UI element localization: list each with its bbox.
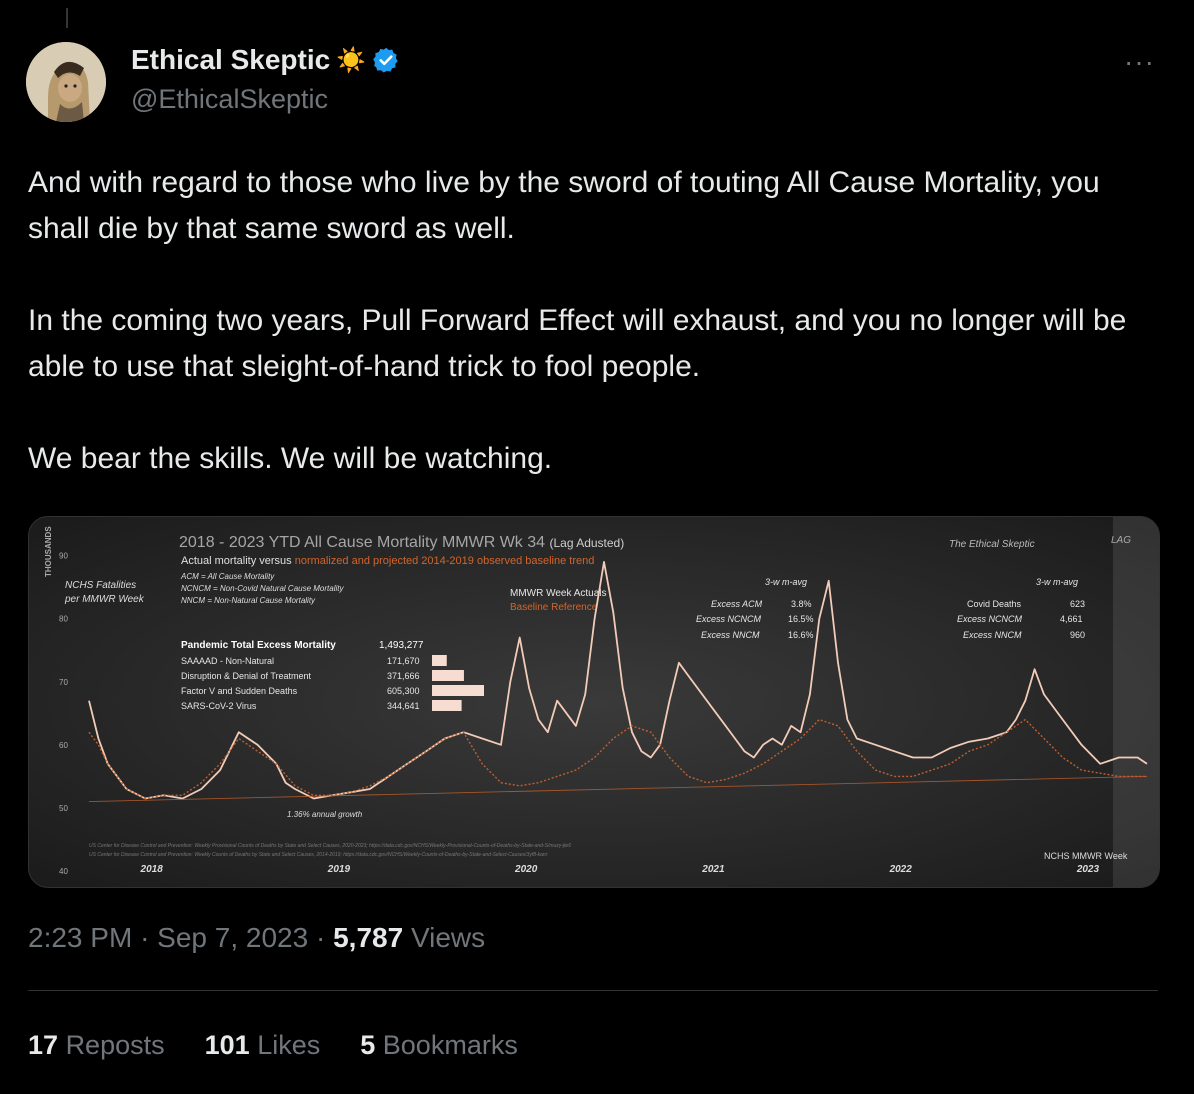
stats-label: Excess NNCM bbox=[963, 630, 1022, 640]
engagement-stats: 17 Reposts 101 Likes 5 Bookmarks bbox=[28, 1030, 518, 1061]
x-tick-label: 2020 bbox=[514, 864, 538, 875]
reposts-label: Reposts bbox=[65, 1030, 165, 1060]
y-axis-label-line2: per MMWR Week bbox=[64, 594, 145, 605]
x-tick-label: 2021 bbox=[701, 864, 725, 875]
y-tick-label: 50 bbox=[59, 804, 68, 813]
y-tick-label: 90 bbox=[59, 552, 68, 561]
meta-separator: · bbox=[315, 922, 326, 953]
pandemic-row-value: 605,300 bbox=[387, 686, 420, 696]
likes-stat[interactable]: 101 Likes bbox=[205, 1030, 321, 1061]
legend-actual: MMWR Week Actuals bbox=[510, 588, 607, 599]
more-options-icon[interactable]: ··· bbox=[1124, 46, 1155, 78]
y-tick-label: 40 bbox=[59, 867, 68, 876]
definition: NCNCM = Non-Covid Natural Cause Mortalit… bbox=[181, 584, 344, 593]
bookmarks-label: Bookmarks bbox=[382, 1030, 518, 1060]
tweet-paragraph: In the coming two years, Pull Forward Ef… bbox=[28, 304, 1127, 383]
y-tick-label: 60 bbox=[59, 741, 68, 750]
pandemic-row-value: 344,641 bbox=[387, 701, 420, 711]
trend-annotation: 1.36% annual growth bbox=[287, 810, 363, 819]
stats-header: 3-w m-avg bbox=[1036, 577, 1078, 587]
definition: NNCM = Non-Natural Cause Mortality bbox=[181, 596, 316, 605]
x-tick-label: 2022 bbox=[889, 864, 913, 875]
author-name-row: Ethical Skeptic ☀️ bbox=[131, 44, 400, 76]
tweet-date[interactable]: Sep 7, 2023 bbox=[157, 922, 308, 953]
pandemic-bar bbox=[432, 700, 462, 711]
pandemic-table-total: 1,493,277 bbox=[379, 640, 424, 651]
tweet-time[interactable]: 2:23 PM bbox=[28, 922, 132, 953]
stats-value: 3.8% bbox=[791, 599, 812, 609]
stats-value: 16.5% bbox=[788, 614, 814, 624]
author-handle[interactable]: @EthicalSkeptic bbox=[131, 84, 328, 115]
chart-subtitle: Actual mortality versus normalized and p… bbox=[181, 555, 594, 567]
lag-label: LAG bbox=[1111, 535, 1131, 546]
stats-label: Excess NNCM bbox=[701, 630, 760, 640]
pandemic-row-value: 171,670 bbox=[387, 656, 420, 666]
chart-title: 2018 - 2023 YTD All Cause Mortality MMWR… bbox=[179, 534, 624, 551]
likes-count: 101 bbox=[204, 1030, 250, 1060]
mortality-chart: 40 50 60 70 80 90 2018 2019 2020 2021 2022 2023 TH… bbox=[29, 517, 1159, 887]
meta-separator: · bbox=[140, 922, 150, 953]
tweet-meta: 2:23 PM · Sep 7, 2023 · 5,787 Views bbox=[28, 922, 485, 954]
bookmarks-count: 5 bbox=[360, 1030, 376, 1060]
pandemic-bar bbox=[432, 685, 484, 696]
pandemic-table-header: Pandemic Total Excess Mortality bbox=[181, 640, 336, 651]
x-tick-label: 2023 bbox=[1076, 864, 1100, 875]
stats-value: 16.6% bbox=[788, 630, 814, 640]
pandemic-row-label: Disruption & Denial of Treatment bbox=[181, 671, 312, 681]
reposts-count: 17 bbox=[28, 1030, 59, 1060]
source-note: US Center for Disease Control and Preven… bbox=[89, 843, 571, 849]
views-count[interactable]: 5,787 bbox=[333, 922, 403, 953]
reposts-stat[interactable]: 17 Reposts bbox=[28, 1030, 165, 1061]
x-tick-label: 2018 bbox=[140, 864, 164, 875]
bookmarks-stat[interactable]: 5 Bookmarks bbox=[360, 1030, 518, 1061]
stats-label: Excess NCNCM bbox=[696, 614, 762, 624]
definition: ACM = All Cause Mortality bbox=[180, 572, 275, 581]
stats-value: 4,661 bbox=[1060, 614, 1083, 624]
source-note: US Center for Disease Control and Preven… bbox=[89, 852, 548, 858]
stats-value: 960 bbox=[1070, 630, 1085, 640]
pandemic-row-label: Factor V and Sudden Deaths bbox=[181, 686, 298, 696]
tweet-paragraph: We bear the skills. We will be watching. bbox=[28, 442, 553, 475]
views-label: Views bbox=[410, 922, 486, 953]
pandemic-row-label: SAAAAD - Non-Natural bbox=[181, 656, 274, 666]
pandemic-bar bbox=[432, 655, 447, 666]
stats-header: 3-w m-avg bbox=[765, 577, 807, 587]
x-axis-label: NCHS MMWR Week bbox=[1044, 851, 1128, 861]
watermark: The Ethical Skeptic bbox=[949, 539, 1035, 550]
thread-connector bbox=[66, 8, 68, 28]
tweet-paragraph: And with regard to those who live by the… bbox=[28, 166, 1100, 245]
author-name[interactable]: Ethical Skeptic bbox=[131, 44, 330, 76]
y-tick-label: 70 bbox=[59, 678, 68, 687]
stats-label: Covid Deaths bbox=[967, 599, 1022, 609]
pandemic-bar bbox=[432, 670, 464, 681]
y-tick-label: 80 bbox=[59, 615, 68, 624]
divider bbox=[28, 990, 1158, 991]
verified-badge-icon[interactable] bbox=[372, 46, 400, 74]
avatar[interactable] bbox=[26, 42, 106, 122]
likes-label: Likes bbox=[257, 1030, 321, 1060]
y-axis-label-line1: NCHS Fatalities bbox=[65, 580, 136, 591]
tweet-media-chart[interactable]: 40 50 60 70 80 90 2018 2019 2020 2021 2022 2023 TH… bbox=[28, 516, 1160, 888]
legend-baseline: Baseline Reference bbox=[510, 602, 598, 613]
pandemic-row-label: SARS-CoV-2 Virus bbox=[181, 701, 257, 711]
x-tick-label: 2019 bbox=[327, 864, 351, 875]
stats-label: Excess ACM bbox=[711, 599, 763, 609]
sun-emoji: ☀️ bbox=[336, 46, 367, 74]
stats-label: Excess NCNCM bbox=[957, 614, 1023, 624]
stats-value: 623 bbox=[1070, 599, 1085, 609]
tweet-text: And with regard to those who live by the… bbox=[28, 160, 1158, 482]
avatar-portrait-icon bbox=[26, 42, 106, 122]
pandemic-row-value: 371,666 bbox=[387, 671, 420, 681]
y-units-label: THOUSANDS bbox=[44, 526, 53, 577]
